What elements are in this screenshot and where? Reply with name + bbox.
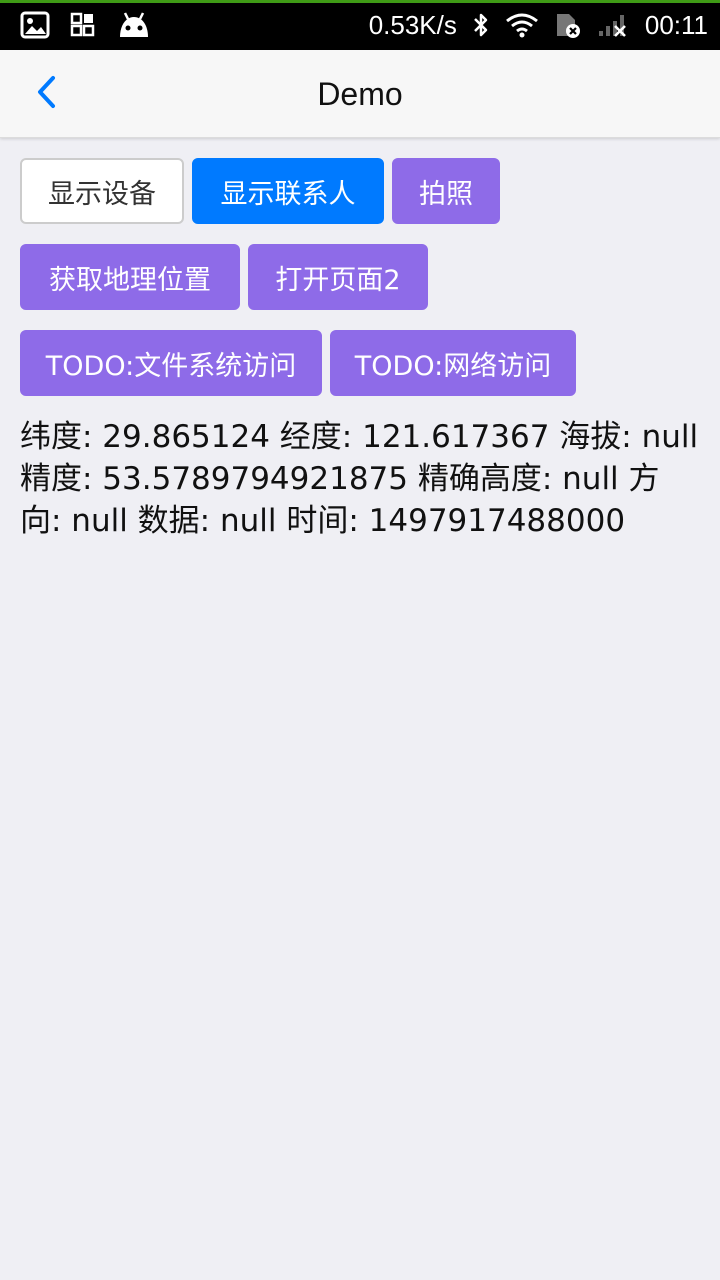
signal-icon <box>597 12 631 38</box>
status-right-area: 0.53K/s 00:11 <box>369 8 708 42</box>
open-page2-button[interactable]: 打开页面2 <box>248 244 428 310</box>
grid-app-icon <box>70 12 96 38</box>
bluetooth-icon <box>471 11 491 39</box>
wifi-icon <box>505 12 539 38</box>
chevron-left-icon <box>35 75 57 113</box>
show-device-button[interactable]: 显示设备 <box>20 158 184 224</box>
android-icon <box>116 11 152 39</box>
sim-disabled-icon <box>553 10 583 40</box>
status-left-icons <box>20 10 152 40</box>
clock: 00:11 <box>644 9 708 40</box>
status-bar: 0.53K/s 00:11 <box>0 0 720 50</box>
page-title: Demo <box>317 76 403 112</box>
geolocation-result-text: 纬度: 29.865124 经度: 121.617367 海拔: null 精度… <box>20 419 699 539</box>
get-location-button[interactable]: 获取地理位置 <box>20 244 240 310</box>
gallery-icon <box>20 11 50 39</box>
button-row-1: 显示设备 显示联系人 拍照 <box>20 158 700 224</box>
todo-network-button[interactable]: TODO:网络访问 <box>330 330 576 396</box>
show-contacts-button[interactable]: 显示联系人 <box>192 158 384 224</box>
back-button[interactable] <box>26 74 66 114</box>
take-photo-button[interactable]: 拍照 <box>392 158 500 224</box>
nav-bar: Demo <box>0 50 720 138</box>
network-speed: 0.53K/s <box>368 9 457 40</box>
status-accent-line <box>0 0 720 3</box>
button-row-3: TODO:文件系统访问 TODO:网络访问 <box>20 330 700 396</box>
todo-filesystem-button[interactable]: TODO:文件系统访问 <box>20 330 322 396</box>
main-content: 显示设备 显示联系人 拍照 获取地理位置 打开页面2 TODO:文件系统访问 T… <box>20 158 700 542</box>
button-row-2: 获取地理位置 打开页面2 <box>20 244 700 310</box>
